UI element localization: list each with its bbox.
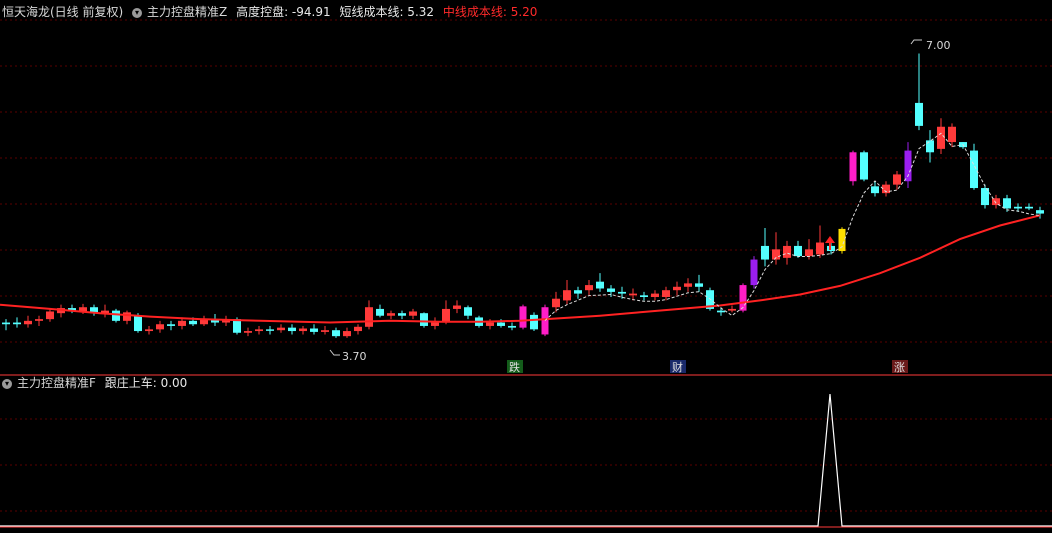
candle — [387, 310, 395, 320]
candle — [552, 291, 560, 313]
tag-finance: 财 — [670, 360, 686, 374]
candle — [981, 184, 989, 209]
candle — [816, 225, 824, 258]
low-label: 3.70 — [342, 350, 367, 363]
candle — [574, 286, 582, 299]
candle — [409, 308, 417, 320]
candle-layer — [2, 53, 1044, 338]
candle — [101, 304, 109, 318]
candle — [167, 320, 175, 331]
svg-text:跌: 跌 — [509, 360, 520, 374]
candle — [354, 324, 362, 335]
mid-cost-value: 中线成本线: 5.20 — [442, 5, 538, 19]
follow-value: 跟庄上车: 0.00 — [104, 376, 188, 390]
candle — [530, 312, 538, 332]
candle — [46, 308, 54, 322]
high-marker: 7.00 — [910, 39, 951, 52]
candle — [585, 279, 593, 296]
candle — [695, 274, 703, 292]
candle — [860, 150, 868, 182]
candle — [508, 322, 516, 331]
indicator-name[interactable]: 主力控盘精准Z — [147, 5, 227, 19]
candle — [200, 315, 208, 326]
candle — [343, 327, 351, 338]
candle — [145, 325, 153, 335]
svg-text:财: 财 — [672, 360, 683, 374]
candle — [464, 305, 472, 320]
candle — [244, 327, 252, 337]
candle — [926, 130, 934, 163]
short-cost-value: 短线成本线: 5.32 — [339, 5, 435, 19]
candle — [992, 194, 1000, 209]
candle — [453, 300, 461, 314]
grid-lines — [0, 19, 1052, 512]
candle — [277, 324, 285, 333]
candle — [915, 53, 923, 131]
sub-indicator-name[interactable]: 主力控盘精准F — [17, 376, 96, 390]
chevron-down-icon[interactable]: ▾ — [132, 7, 143, 18]
candle — [772, 232, 780, 265]
candle — [970, 143, 978, 190]
candle — [519, 304, 527, 330]
candle — [321, 325, 329, 335]
candle — [640, 291, 648, 301]
candle — [761, 228, 769, 267]
main-header: 恒天海龙(日线 前复权) ▾ 主力控盘精准Z 高度控盘: -94.91 短线成本线… — [2, 3, 542, 21]
candle — [90, 304, 98, 316]
candle — [431, 317, 439, 330]
candle — [376, 304, 384, 318]
candle — [266, 325, 274, 335]
candle — [35, 315, 43, 326]
high-label: 7.00 — [926, 39, 951, 52]
stock-title[interactable]: 恒天海龙(日线 前复权) — [2, 5, 123, 19]
svg-text:涨: 涨 — [894, 361, 905, 374]
candle — [684, 278, 692, 292]
candle — [24, 315, 32, 328]
candle — [750, 256, 758, 289]
candle — [651, 290, 659, 301]
candle — [299, 325, 307, 335]
chevron-down-icon[interactable]: ▾ — [2, 378, 12, 389]
candle — [2, 319, 10, 331]
candle — [838, 227, 846, 254]
candle — [673, 281, 681, 296]
sub-header: ▾ 主力控盘精准F 跟庄上车: 0.00 — [2, 374, 192, 392]
tag-rise: 涨 — [892, 360, 908, 374]
candle — [365, 300, 373, 330]
candle — [882, 181, 890, 197]
follow-signal-line — [0, 393, 1052, 527]
candle — [332, 327, 340, 338]
candle — [596, 273, 604, 292]
candle — [398, 310, 406, 320]
candle — [156, 320, 164, 333]
tag-fall: 跌 — [507, 360, 523, 374]
candle — [563, 279, 571, 305]
candle — [255, 325, 263, 335]
candle — [13, 317, 21, 328]
candle — [849, 150, 857, 186]
candle — [112, 308, 120, 323]
kline-chart: 7.00 3.70 跌 财 涨 — [0, 19, 1052, 528]
candle — [794, 240, 802, 258]
candle — [123, 310, 131, 325]
height-control-value: 高度控盘: -94.91 — [236, 5, 331, 19]
candle — [904, 142, 912, 189]
candle — [310, 324, 318, 335]
candle — [442, 300, 450, 325]
candle — [420, 312, 428, 328]
candle — [728, 305, 736, 313]
candle — [288, 324, 296, 335]
candle — [783, 240, 791, 265]
low-marker: 3.70 — [329, 349, 367, 363]
